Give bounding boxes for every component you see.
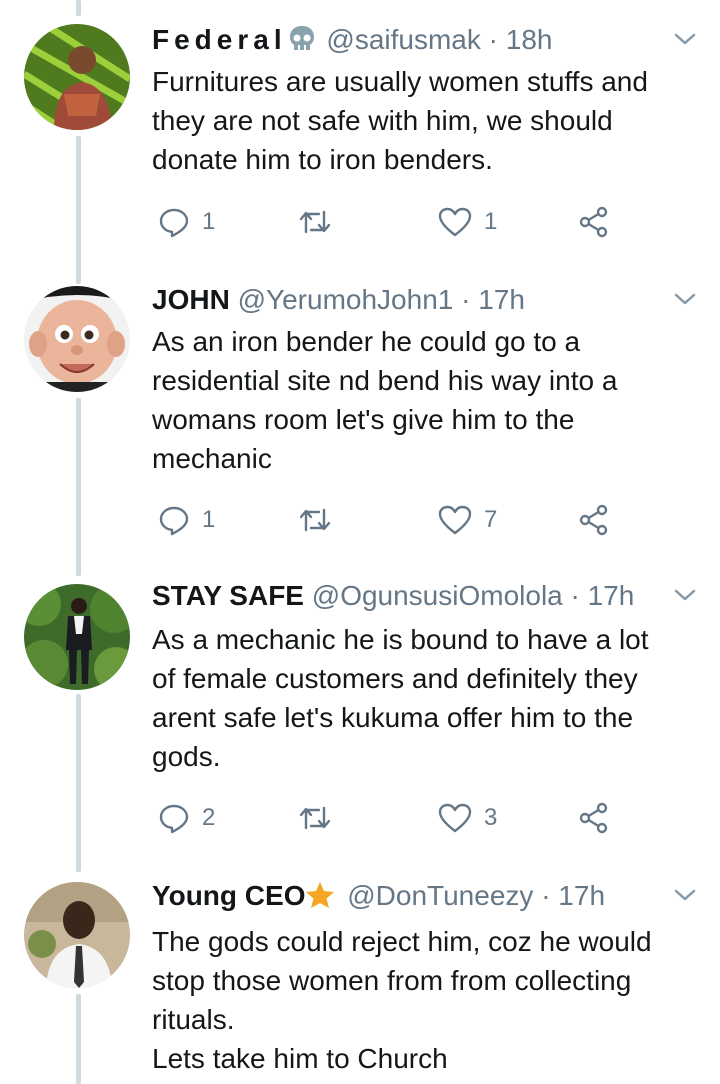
- heart-icon: [438, 505, 472, 535]
- retweet-button[interactable]: [298, 500, 344, 540]
- tweet-header: Federal @saifusmak · 18h: [152, 20, 700, 60]
- tweet-actions: 1 7: [152, 500, 632, 540]
- reply-button[interactable]: 2: [158, 798, 215, 838]
- like-button[interactable]: 3: [438, 798, 497, 838]
- star-icon: [305, 880, 335, 920]
- tweet-text: As an iron bender he could go to a resid…: [152, 326, 618, 474]
- retweet-button[interactable]: [298, 202, 344, 242]
- like-count: 7: [484, 506, 498, 533]
- like-count: 3: [484, 804, 498, 831]
- share-button[interactable]: [578, 798, 610, 838]
- tweet-actions: 2 3: [152, 798, 632, 838]
- chevron-down-icon[interactable]: [674, 888, 696, 907]
- tweet-header: JOHN @YerumohJohn1 · 17h: [152, 280, 700, 320]
- tweet-actions: 1 1: [152, 202, 632, 242]
- reply-icon: [159, 506, 189, 536]
- timestamp[interactable]: 17h: [478, 284, 525, 315]
- reply-icon: [159, 804, 189, 834]
- reply-button[interactable]: 1: [158, 202, 215, 242]
- tweet-header: STAY SAFE @OgunsusiOmolola · 17h: [152, 576, 700, 616]
- thread-line: [76, 0, 81, 16]
- avatar[interactable]: [24, 882, 130, 988]
- share-button[interactable]: [578, 202, 610, 242]
- display-name[interactable]: Federal: [152, 24, 287, 55]
- retweet-icon: [299, 806, 331, 830]
- separator-dot: ·: [461, 284, 471, 315]
- handle[interactable]: @DonTuneezy: [347, 880, 533, 911]
- separator-dot: ·: [488, 24, 498, 55]
- like-button[interactable]: 7: [438, 500, 497, 540]
- tweet-text: Furnitures are usually women stuffs and …: [152, 66, 648, 175]
- handle[interactable]: @saifusmak: [326, 24, 480, 55]
- timestamp[interactable]: 17h: [558, 880, 605, 911]
- retweet-button[interactable]: [298, 798, 344, 838]
- chevron-down-icon[interactable]: [674, 588, 696, 607]
- tweet[interactable]: JOHN @YerumohJohn1 · 17h As an iron bend…: [0, 280, 720, 550]
- separator-dot: ·: [541, 880, 551, 911]
- avatar[interactable]: [24, 286, 130, 392]
- display-name[interactable]: Young CEO: [152, 880, 305, 911]
- handle[interactable]: @OgunsusiOmolola: [312, 580, 563, 611]
- tweet[interactable]: Young CEO @DonTuneezy · 17h The gods cou…: [0, 876, 720, 1084]
- share-button[interactable]: [578, 500, 610, 540]
- tweet[interactable]: STAY SAFE @OgunsusiOmolola · 17h As a me…: [0, 576, 720, 846]
- retweet-icon: [299, 210, 331, 234]
- share-icon: [579, 504, 608, 536]
- reply-icon: [159, 208, 189, 238]
- heart-icon: [438, 803, 472, 833]
- share-icon: [579, 802, 608, 834]
- display-name[interactable]: JOHN: [152, 284, 230, 315]
- skull-icon: [289, 24, 315, 64]
- heart-icon: [438, 207, 472, 237]
- reply-count: 1: [202, 506, 216, 533]
- like-count: 1: [484, 208, 498, 235]
- avatar[interactable]: [24, 584, 130, 690]
- timestamp[interactable]: 18h: [506, 24, 553, 55]
- timestamp[interactable]: 17h: [588, 580, 635, 611]
- tweet-header: Young CEO @DonTuneezy · 17h: [152, 876, 700, 916]
- display-name[interactable]: STAY SAFE: [152, 580, 304, 611]
- like-button[interactable]: 1: [438, 202, 497, 242]
- retweet-icon: [299, 508, 331, 532]
- reply-button[interactable]: 1: [158, 500, 215, 540]
- tweet-text: The gods could reject him, coz he would …: [152, 926, 652, 1074]
- chevron-down-icon[interactable]: [674, 292, 696, 311]
- reply-count: 2: [202, 804, 216, 831]
- tweet-text: As a mechanic he is bound to have a lot …: [152, 624, 649, 772]
- avatar[interactable]: [24, 24, 130, 130]
- tweet[interactable]: Federal @saifusmak · 18h Furnitures are …: [0, 20, 720, 250]
- reply-count: 1: [202, 208, 216, 235]
- separator-dot: ·: [570, 580, 580, 611]
- share-icon: [579, 206, 608, 238]
- handle[interactable]: @YerumohJohn1: [238, 284, 454, 315]
- chevron-down-icon[interactable]: [674, 32, 696, 51]
